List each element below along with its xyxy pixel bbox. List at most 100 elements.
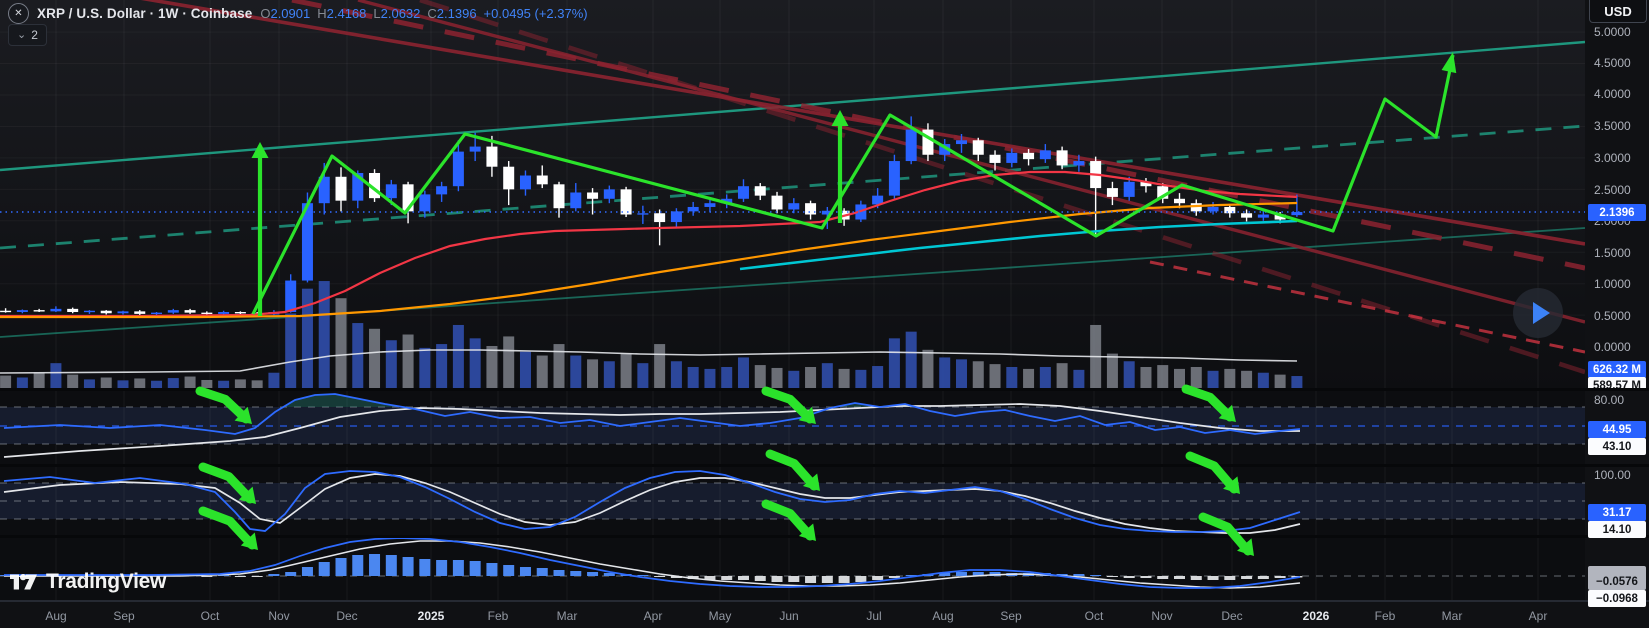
candle-body	[167, 310, 179, 313]
candle-body	[553, 184, 565, 209]
macd-histogram-bar	[486, 563, 498, 576]
candle-body	[587, 192, 599, 199]
volume-bar	[654, 344, 666, 388]
candle-body	[737, 186, 749, 199]
candle-body	[218, 312, 230, 314]
chart-svg[interactable]	[0, 0, 1649, 628]
candle-body	[1106, 188, 1118, 197]
candle-body	[134, 311, 146, 314]
volume-bar	[989, 364, 1001, 388]
symbol-title[interactable]: XRP / U.S. Dollar · 1W · Coinbase	[37, 6, 252, 21]
macd-histogram-bar	[1241, 576, 1253, 579]
candle-body	[654, 213, 666, 223]
tradingview-watermark[interactable]: TradingView	[10, 570, 166, 594]
ohlc-open: O2.0901	[260, 6, 311, 21]
candle-body	[1056, 150, 1068, 166]
candle-body	[117, 311, 129, 314]
volume-bar	[1241, 370, 1253, 388]
time-axis-label: May	[708, 609, 732, 623]
candle-body	[771, 195, 783, 210]
volume-bar	[234, 379, 246, 388]
volume-bar	[1274, 374, 1286, 388]
candle-body	[637, 213, 649, 215]
macd-histogram-bar	[788, 576, 800, 582]
volume-bar	[754, 365, 766, 388]
price-axis-label: 3.0000	[1594, 151, 1631, 165]
price-axis-label: 5.0000	[1594, 25, 1631, 39]
macd-histogram-bar	[754, 576, 766, 581]
candle-body	[83, 310, 95, 313]
time-axis-label: Oct	[200, 609, 220, 623]
volume-bar	[503, 336, 515, 388]
volume-bar	[888, 338, 900, 388]
collapsed-count: 2	[31, 28, 38, 42]
ohlc-values: O2.0901 H2.4168 L2.0632 C2.1396 +0.0495 …	[260, 6, 587, 21]
pane-separator[interactable]	[0, 464, 1649, 467]
volume-bar	[1207, 370, 1219, 388]
currency-tab[interactable]: USD	[1589, 0, 1647, 23]
time-axis-label: Aug	[45, 609, 67, 623]
pane-separator[interactable]	[0, 388, 1649, 391]
candle-body	[1257, 214, 1269, 218]
macd-histogram-bar	[1224, 576, 1236, 580]
ohlc-low: L2.0632	[373, 6, 421, 21]
candle-body	[419, 194, 431, 212]
volume-bar	[519, 351, 531, 388]
time-axis-label: Dec	[1221, 609, 1243, 623]
volume-bar	[1023, 368, 1035, 388]
macd-histogram-bar	[352, 555, 364, 576]
macd-histogram-bar	[402, 557, 414, 576]
volume-bar	[1157, 365, 1169, 388]
price-axis-label: 1.5000	[1594, 246, 1631, 260]
volume-bar	[1106, 353, 1118, 388]
candle-body	[335, 176, 347, 201]
volume-bar	[0, 375, 12, 388]
volume-bar	[805, 366, 817, 388]
time-axis-label: Nov	[268, 609, 290, 623]
macd-histogram-bar	[587, 572, 599, 576]
replay-play-button[interactable]	[1513, 288, 1563, 338]
candle-body	[33, 310, 45, 312]
macd-histogram-bar	[721, 576, 733, 580]
candle-body	[184, 310, 196, 313]
candle-body	[955, 140, 967, 145]
candle-body	[1224, 206, 1236, 214]
time-scale[interactable]	[0, 601, 1649, 628]
macd-histogram-bar	[1274, 576, 1286, 578]
volume-bar	[469, 338, 481, 388]
candle-body	[50, 308, 62, 312]
candle-body	[100, 310, 112, 314]
candle-body	[788, 203, 800, 210]
symbol-logo-icon[interactable]: ✕	[8, 3, 29, 24]
volume-bar	[385, 340, 397, 388]
time-axis-label: Aug	[932, 609, 954, 623]
volume-bar	[218, 380, 230, 388]
macd-histogram-bar	[570, 571, 582, 576]
volume-bar	[821, 363, 833, 388]
macd-histogram-bar	[1140, 576, 1152, 578]
volume-bar	[704, 368, 716, 388]
volume-bar	[335, 298, 347, 388]
price-change: +0.0495 (+2.37%)	[483, 6, 588, 21]
volume-bar	[1291, 376, 1303, 388]
macd-histogram-bar	[821, 576, 833, 583]
macd-histogram-bar	[385, 555, 397, 576]
macd-histogram-bar	[285, 572, 297, 576]
macd-histogram-bar	[436, 560, 448, 576]
candle-body	[888, 161, 900, 196]
price-axis-label: 0.0000	[1594, 340, 1631, 354]
ohlc-high: H2.4168	[317, 6, 367, 21]
volume-bar	[151, 380, 163, 388]
volume-bar	[285, 313, 297, 388]
volume-bar	[486, 345, 498, 388]
macd-histogram-bar	[955, 572, 967, 576]
tradingview-logo-icon	[10, 573, 37, 590]
macd-histogram-bar	[1073, 574, 1085, 576]
collapse-indicators-button[interactable]: ⌄ 2	[8, 24, 47, 46]
candle-body	[486, 146, 498, 167]
volume-bar	[955, 359, 967, 388]
time-axis-label: Mar	[1441, 609, 1463, 623]
macd-histogram-bar	[855, 576, 867, 582]
macd-histogram-bar	[637, 575, 649, 576]
volume-bar	[134, 378, 146, 388]
